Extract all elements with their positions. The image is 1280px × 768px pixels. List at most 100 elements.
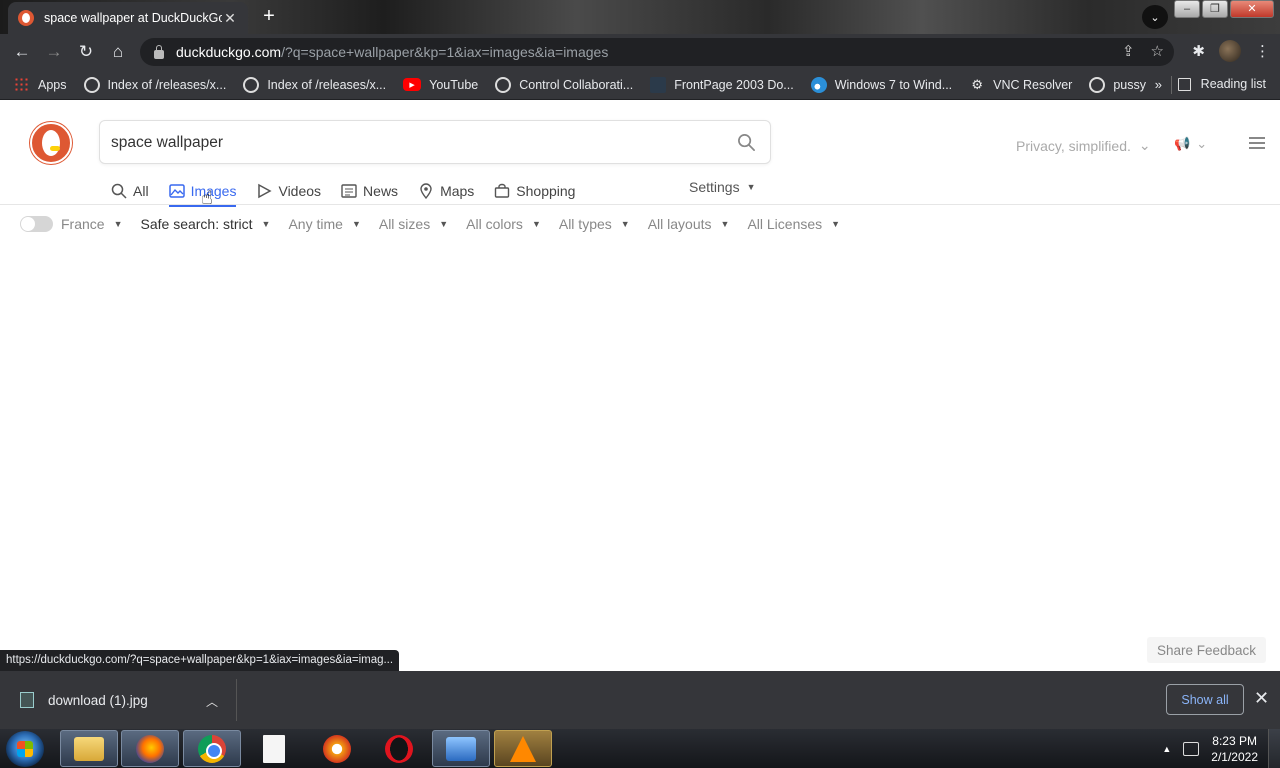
reading-list-label: Reading list <box>1200 77 1266 91</box>
privacy-label: Privacy, simplified. <box>1016 137 1131 154</box>
filter-license[interactable]: All Licenses ▼ <box>747 216 840 232</box>
bookmark-frontpage[interactable]: FrontPage 2003 Do... <box>650 76 794 93</box>
filter-label: All colors <box>466 216 523 232</box>
taskbar-notepad[interactable] <box>245 730 303 767</box>
search-box <box>99 120 771 164</box>
globe-icon <box>1089 76 1106 93</box>
bookmark-index-releases-1[interactable]: Index of /releases/x... <box>83 76 227 93</box>
caret-down-icon: ▼ <box>531 219 541 229</box>
filter-region[interactable]: France ▼ <box>61 216 123 232</box>
filter-type[interactable]: All types ▼ <box>559 216 630 232</box>
extensions-puzzle-icon[interactable]: ✱ <box>1192 42 1205 60</box>
minimize-button[interactable]: – <box>1174 0 1200 18</box>
bookmark-label: Control Collaborati... <box>519 77 634 92</box>
bookmark-label: Index of /releases/x... <box>107 77 227 92</box>
filter-safe-search[interactable]: Safe search: strict ▼ <box>141 216 271 232</box>
duckduckgo-logo[interactable] <box>30 122 72 164</box>
file-explorer-icon <box>74 736 104 761</box>
window-close-button[interactable]: ✕ <box>1230 0 1274 18</box>
tab-shopping[interactable]: Shopping <box>494 178 575 204</box>
bookmarks-bar: Apps Index of /releases/x... Index of /r… <box>0 70 1280 100</box>
duckduckgo-favicon-icon <box>18 10 34 26</box>
image-file-icon <box>20 692 34 708</box>
share-feedback-button[interactable]: Share Feedback <box>1147 637 1267 663</box>
bookmark-apps[interactable]: Apps <box>14 76 67 93</box>
hamburger-menu-icon[interactable] <box>1249 137 1265 149</box>
taskbar-vlc[interactable] <box>494 730 552 767</box>
share-icon[interactable]: ⇪ <box>1122 42 1135 60</box>
new-tab-button[interactable]: + <box>258 6 280 28</box>
tab-maps[interactable]: Maps <box>418 178 474 204</box>
taskbar-remote-desktop[interactable] <box>432 730 490 767</box>
bookmark-vnc-resolver[interactable]: ⚙ VNC Resolver <box>969 77 1072 93</box>
tab-label: All <box>133 183 149 199</box>
filter-layout[interactable]: All layouts ▼ <box>648 216 730 232</box>
tab-label: News <box>363 183 399 199</box>
tab-close-icon[interactable]: ✕ <box>222 10 238 27</box>
newspaper-icon <box>341 184 357 198</box>
taskbar-opera[interactable] <box>370 730 428 767</box>
tab-strip: space wallpaper at DuckDuckGo ✕ + ⌄ – ❐ … <box>0 0 1280 34</box>
network-icon[interactable] <box>1183 741 1200 756</box>
bookmark-label: Apps <box>38 77 67 92</box>
chevron-up-icon[interactable]: ︿ <box>206 693 218 710</box>
bookmark-windows7[interactable]: Windows 7 to Wind... <box>810 76 952 93</box>
reading-list-button[interactable]: Reading list <box>1177 77 1266 91</box>
tab-all[interactable]: All <box>111 178 149 204</box>
filter-size[interactable]: All sizes ▼ <box>379 216 448 232</box>
back-button[interactable]: ← <box>6 36 38 68</box>
image-icon <box>168 184 185 198</box>
globe-icon <box>495 76 512 93</box>
region-toggle[interactable] <box>20 216 53 232</box>
tab-videos[interactable]: Videos <box>256 178 321 204</box>
filter-label: Any time <box>288 216 343 232</box>
chrome-menu-icon[interactable]: ⋮ <box>1255 42 1270 60</box>
bookmarks-divider <box>1171 76 1172 94</box>
bookmark-star-icon[interactable]: ☆ <box>1151 42 1164 60</box>
tab-search-button[interactable]: ⌄ <box>1142 5 1168 29</box>
vnc-icon: ⚙ <box>971 76 983 92</box>
privacy-dropdown[interactable]: Privacy, simplified. ⌄ <box>1016 137 1151 154</box>
address-bar[interactable]: duckduckgo.com/?q=space+wallpaper&kp=1&i… <box>140 38 1174 66</box>
bookmark-control-collaboration[interactable]: Control Collaborati... <box>495 76 634 93</box>
filter-color[interactable]: All colors ▼ <box>466 216 541 232</box>
search-input[interactable] <box>111 132 711 154</box>
taskbar-firefox[interactable] <box>121 730 179 767</box>
bookmarks-overflow-icon[interactable]: » <box>1155 77 1162 92</box>
reading-list-icon <box>1177 77 1191 91</box>
taskbar-chrome[interactable] <box>183 730 241 767</box>
filter-label: France <box>61 216 105 232</box>
browser-tab-active[interactable]: space wallpaper at DuckDuckGo ✕ <box>8 2 248 34</box>
close-icon[interactable]: ✕ <box>1254 688 1269 709</box>
search-icon <box>111 183 127 199</box>
show-all-button[interactable]: Show all <box>1166 684 1244 715</box>
bookmark-youtube[interactable]: ▶ YouTube <box>403 78 478 92</box>
profile-avatar[interactable] <box>1219 40 1241 62</box>
bookmark-label: VNC Resolver <box>993 77 1073 92</box>
filter-time[interactable]: Any time ▼ <box>288 216 360 232</box>
lock-icon[interactable] <box>154 44 164 59</box>
show-desktop-button[interactable] <box>1268 729 1280 768</box>
bookmark-pussy[interactable]: pussy <box>1089 76 1146 93</box>
settings-dropdown[interactable]: Settings ▼ <box>689 179 756 195</box>
home-button[interactable]: ⌂ <box>102 36 134 68</box>
download-item[interactable]: download (1).jpg <box>20 692 148 708</box>
window-controls: – ❐ ✕ <box>1174 0 1274 18</box>
start-button[interactable] <box>6 731 44 767</box>
bookmark-index-releases-2[interactable]: Index of /releases/x... <box>243 76 386 93</box>
announcements-button[interactable]: 📢 ⌄ <box>1174 133 1220 155</box>
taskbar-explorer[interactable] <box>60 730 118 767</box>
tray-expand-icon[interactable]: ▲ <box>1162 744 1171 754</box>
reload-button[interactable]: ↻ <box>70 36 102 68</box>
taskbar-brave[interactable] <box>308 730 366 767</box>
settings-label: Settings <box>689 179 740 195</box>
system-tray: ▲ 8:23 PM 2/1/2022 <box>1162 729 1280 768</box>
clock[interactable]: 8:23 PM 2/1/2022 <box>1211 733 1258 765</box>
filter-label: All sizes <box>378 216 431 232</box>
search-icon[interactable] <box>737 133 756 152</box>
tab-news[interactable]: News <box>341 178 398 204</box>
restore-button[interactable]: ❐ <box>1202 0 1228 18</box>
caret-down-icon: ▼ <box>746 182 756 192</box>
tab-title: space wallpaper at DuckDuckGo <box>44 11 222 25</box>
forward-button[interactable]: → <box>38 36 70 68</box>
